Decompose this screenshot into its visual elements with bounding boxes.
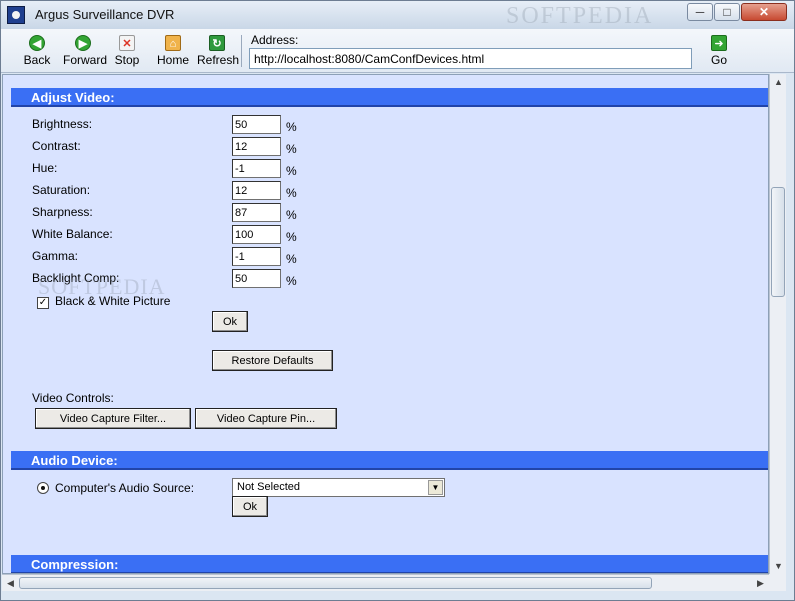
toolbar-separator (241, 35, 242, 67)
section-header-compression: Compression: (11, 555, 768, 573)
chevron-left-icon[interactable]: ◀ (2, 575, 19, 591)
title-bar: Argus Surveillance DVR SOFTPEDIA ─ □ ✕ (1, 1, 794, 29)
address-input[interactable] (249, 48, 692, 69)
minimize-icon: ─ (695, 5, 705, 19)
window-title: Argus Surveillance DVR (35, 7, 175, 22)
brightness-unit: % (286, 120, 297, 134)
brightness-label: Brightness: (32, 117, 93, 131)
go-button[interactable]: ➜ Go (711, 35, 727, 67)
hue-unit: % (286, 164, 297, 178)
close-button[interactable]: ✕ (741, 3, 787, 21)
refresh-icon: ↻ (209, 35, 225, 51)
chevron-up-icon[interactable]: ▲ (770, 74, 787, 90)
vertical-scroll-thumb[interactable] (771, 187, 785, 297)
horizontal-scroll-thumb[interactable] (19, 577, 652, 589)
back-label: Back (23, 53, 51, 67)
gamma-label: Gamma: (32, 249, 79, 263)
white-balance-unit: % (286, 230, 297, 244)
vertical-scrollbar[interactable]: ▲ ▼ (769, 74, 786, 574)
sharpness-label: Sharpness: (32, 205, 93, 219)
home-icon: ⌂ (165, 35, 181, 51)
contrast-input[interactable] (232, 137, 281, 156)
size-grip[interactable] (769, 574, 786, 591)
chevron-down-icon[interactable]: ▼ (428, 480, 443, 495)
refresh-label: Refresh (197, 53, 240, 67)
maximize-icon: □ (723, 5, 731, 19)
stop-button[interactable]: ✕ Stop (112, 35, 142, 67)
checkmark-icon: ✓ (38, 297, 48, 308)
saturation-unit: % (286, 186, 297, 200)
address-label: Address: (251, 33, 299, 47)
restore-defaults-button[interactable]: Restore Defaults (212, 350, 333, 371)
audio-source-selected: Not Selected (237, 481, 300, 493)
browser-window: Argus Surveillance DVR SOFTPEDIA ─ □ ✕ ◀… (0, 0, 795, 601)
audio-ok-button[interactable]: Ok (232, 496, 268, 517)
hue-label: Hue: (32, 161, 58, 175)
home-label: Home (156, 53, 189, 67)
section-header-adjust-video: Adjust Video: (11, 88, 768, 107)
maximize-button[interactable]: □ (714, 3, 740, 21)
backlight-comp-unit: % (286, 274, 297, 288)
video-capture-pin-button[interactable]: Video Capture Pin... (195, 408, 337, 429)
stop-icon: ✕ (119, 35, 135, 51)
watermark: SOFTPEDIA (506, 3, 654, 29)
contrast-unit: % (286, 142, 297, 156)
hue-input[interactable] (232, 159, 281, 178)
gamma-input[interactable] (232, 247, 281, 266)
go-icon: ➜ (711, 35, 727, 51)
gamma-unit: % (286, 252, 297, 266)
page-content: Adjust Video: Brightness: % Contrast: % … (2, 74, 769, 574)
audio-source-select[interactable]: Not Selected ▼ (232, 478, 445, 497)
contrast-label: Contrast: (32, 139, 81, 153)
home-button[interactable]: ⌂ Home (156, 35, 190, 67)
stop-label: Stop (114, 53, 140, 67)
back-button[interactable]: ◀ Back (21, 35, 53, 67)
saturation-input[interactable] (232, 181, 281, 200)
white-balance-input[interactable] (232, 225, 281, 244)
chevron-right-icon[interactable]: ▶ (752, 575, 769, 591)
bw-picture-checkbox[interactable]: ✓ (37, 297, 49, 309)
sharpness-input[interactable] (232, 203, 281, 222)
forward-button[interactable]: ▶ Forward (63, 35, 107, 67)
saturation-label: Saturation: (32, 183, 91, 197)
chevron-down-icon[interactable]: ▼ (770, 558, 787, 574)
sharpness-unit: % (286, 208, 297, 222)
section-header-audio-device: Audio Device: (11, 451, 768, 470)
video-controls-label: Video Controls: (32, 391, 114, 405)
minimize-button[interactable]: ─ (687, 3, 713, 21)
app-icon (7, 6, 25, 24)
forward-icon: ▶ (75, 35, 91, 51)
horizontal-scrollbar[interactable]: ◀ ▶ (2, 574, 769, 591)
section-divider (11, 106, 768, 107)
refresh-button[interactable]: ↻ Refresh (197, 35, 240, 67)
brightness-input[interactable] (232, 115, 281, 134)
back-icon: ◀ (29, 35, 45, 51)
section-divider (11, 469, 768, 470)
audio-source-radio[interactable] (37, 482, 49, 494)
white-balance-label: White Balance: (32, 227, 113, 241)
backlight-comp-input[interactable] (232, 269, 281, 288)
go-label: Go (711, 53, 728, 67)
forward-label: Forward (63, 53, 108, 67)
video-capture-filter-button[interactable]: Video Capture Filter... (35, 408, 191, 429)
close-icon: ✕ (758, 5, 770, 19)
audio-source-label: Computer's Audio Source: (55, 481, 195, 495)
bw-picture-label: Black & White Picture (55, 294, 171, 308)
adjust-video-ok-button[interactable]: Ok (212, 311, 248, 332)
